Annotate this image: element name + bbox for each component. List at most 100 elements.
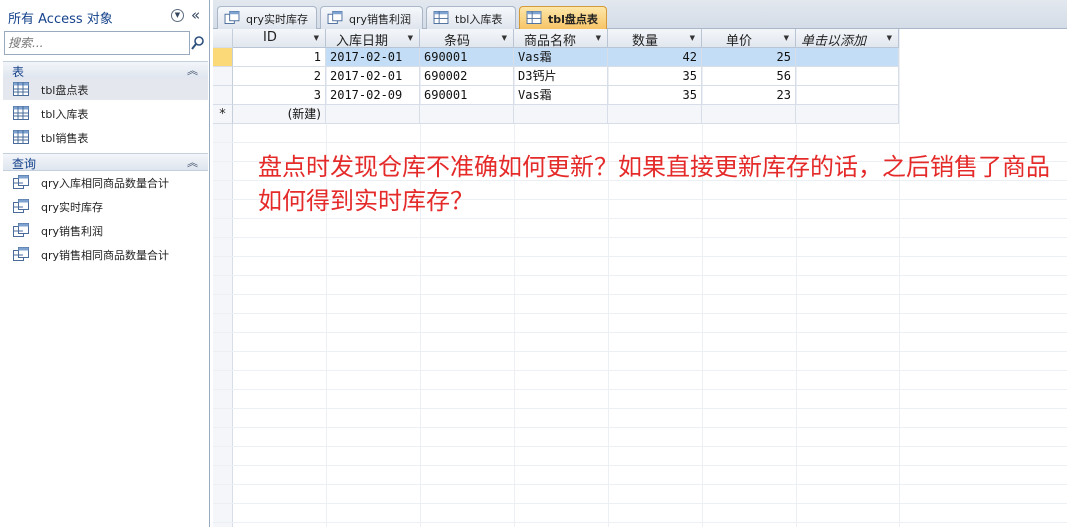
table-cell-qty[interactable]: 35: [608, 67, 702, 86]
table-icon: [526, 11, 542, 24]
table-cell-date[interactable]: 2017-02-09: [326, 86, 420, 105]
table-cell-empty[interactable]: [796, 48, 899, 67]
table-cell-name[interactable]: Vas霜: [514, 86, 608, 105]
column-header-label: 入库日期: [336, 34, 389, 49]
shutter-bar-collapse-icon[interactable]: «: [191, 6, 200, 24]
column-header-id[interactable]: ID ▼: [233, 29, 326, 48]
column-header-inbound-date[interactable]: 入库日期 ▼: [326, 29, 420, 49]
nav-pane-header[interactable]: 所有 Access 对象 ▼ «: [0, 4, 210, 28]
column-header-label: ID: [263, 30, 277, 45]
tab-label: qry销售利润: [349, 13, 412, 26]
tab-tbl-inbound[interactable]: tbl入库表: [426, 6, 516, 29]
nav-item-qry-sales-profit[interactable]: qry销售利润: [3, 219, 208, 241]
nav-item-qry-realtime-stock[interactable]: qry实时库存: [3, 195, 208, 217]
select-all-corner[interactable]: [213, 29, 233, 48]
nav-item-label: tbl盘点表: [41, 84, 89, 97]
column-header-click-to-add[interactable]: 单击以添加 ▼: [796, 29, 899, 49]
new-record-cell[interactable]: (新建): [233, 105, 326, 124]
group-header-tables[interactable]: 表 ︽: [3, 61, 208, 79]
table-cell-empty[interactable]: [608, 105, 702, 124]
navigation-pane: 所有 Access 对象 ▼ « 表 ︽ tbl盘点表 tbl入库表: [0, 0, 210, 527]
table-cell-date[interactable]: 2017-02-01: [326, 67, 420, 86]
query-icon: [13, 175, 29, 189]
table-cell-empty[interactable]: [702, 105, 796, 124]
table-icon: [13, 106, 29, 120]
tab-tbl-inventory-check[interactable]: tbl盘点表: [519, 6, 607, 29]
column-header-label: 数量: [632, 34, 659, 49]
sort-filter-arrow-icon[interactable]: ▼: [887, 34, 892, 42]
table-cell-price[interactable]: 23: [702, 86, 796, 105]
record-selector[interactable]: [213, 67, 233, 86]
nav-item-qry-sales-sum[interactable]: qry销售相同商品数量合计: [3, 243, 208, 265]
collapse-group-icon[interactable]: ︽: [187, 62, 198, 78]
table-cell-empty[interactable]: [420, 105, 514, 124]
table-cell-empty[interactable]: [796, 67, 899, 86]
group-header-queries[interactable]: 查询 ︽: [3, 153, 208, 171]
column-header-label: 商品名称: [524, 34, 577, 49]
annotation-text: 盘点时发现仓库不准确如何更新？如果直接更新库存的话，之后销售了商品如何得到实时库…: [258, 153, 1050, 215]
table-cell-empty[interactable]: [326, 105, 420, 124]
table-icon: [13, 130, 29, 144]
table-cell-id[interactable]: 1: [233, 48, 326, 67]
sort-filter-arrow-icon[interactable]: ▼: [690, 34, 695, 42]
sort-filter-arrow-icon[interactable]: ▼: [784, 34, 789, 42]
nav-item-qry-inbound-sum[interactable]: qry入库相同商品数量合计: [3, 171, 208, 193]
table-cell-date[interactable]: 2017-02-01: [326, 48, 420, 67]
nav-item-tbl-sales[interactable]: tbl销售表: [3, 126, 208, 148]
nav-search-input[interactable]: [4, 31, 190, 55]
table-cell-price[interactable]: 25: [702, 48, 796, 67]
column-header-unit-price[interactable]: 单价 ▼: [702, 29, 796, 49]
group-label-queries: 查询: [12, 157, 37, 171]
search-icon[interactable]: [190, 35, 206, 51]
record-selector[interactable]: [213, 86, 233, 105]
sort-filter-arrow-icon[interactable]: ▼: [502, 34, 507, 42]
table-cell-empty[interactable]: [796, 86, 899, 105]
nav-item-label: qry入库相同商品数量合计: [41, 177, 170, 190]
table-cell-barcode[interactable]: 690001: [420, 48, 514, 67]
nav-item-label: tbl入库表: [41, 108, 89, 121]
nav-item-label: qry销售利润: [41, 225, 104, 238]
collapse-group-icon[interactable]: ︽: [187, 154, 198, 170]
datasheet[interactable]: ID ▼ 入库日期 ▼ 条码 ▼ 商品名称 ▼ 数量 ▼ 单价 ▼ 单击以添加 …: [213, 29, 1067, 527]
tab-label: qry实时库存: [246, 13, 309, 26]
column-header-label: 条码: [444, 34, 471, 49]
table-icon: [13, 82, 29, 96]
table-cell-id[interactable]: 3: [233, 86, 326, 105]
table-cell-qty[interactable]: 42: [608, 48, 702, 67]
nav-pane-title[interactable]: 所有 Access 对象: [8, 8, 113, 27]
tab-label: tbl盘点表: [548, 13, 598, 26]
table-icon: [433, 11, 449, 24]
table-cell-barcode[interactable]: 690001: [420, 86, 514, 105]
table-cell-id[interactable]: 2: [233, 67, 326, 86]
nav-item-tbl-inbound[interactable]: tbl入库表: [3, 102, 208, 124]
table-cell-name[interactable]: D3钙片: [514, 67, 608, 86]
nav-item-label: tbl销售表: [41, 132, 89, 145]
nav-item-label: qry实时库存: [41, 201, 104, 214]
column-header-label: 单击以添加: [801, 34, 867, 49]
column-header-quantity[interactable]: 数量 ▼: [608, 29, 702, 49]
nav-item-label: qry销售相同商品数量合计: [41, 249, 170, 262]
column-header-product-name[interactable]: 商品名称 ▼: [514, 29, 608, 49]
tab-qry-sales-profit[interactable]: qry销售利润: [320, 6, 423, 29]
table-cell-empty[interactable]: [796, 105, 899, 124]
new-record-marker[interactable]: *: [213, 105, 233, 124]
table-cell-empty[interactable]: [514, 105, 608, 124]
record-selector[interactable]: [213, 48, 233, 67]
nav-dropdown-icon[interactable]: ▼: [171, 9, 184, 22]
sort-filter-arrow-icon[interactable]: ▼: [408, 34, 413, 42]
sort-filter-arrow-icon[interactable]: ▼: [314, 34, 319, 42]
query-icon: [13, 247, 29, 261]
table-cell-barcode[interactable]: 690002: [420, 67, 514, 86]
document-tab-bar: qry实时库存 qry销售利润 tbl入库表 tbl盘点表: [213, 0, 1067, 29]
sort-filter-arrow-icon[interactable]: ▼: [596, 34, 601, 42]
query-icon: [327, 11, 343, 24]
tab-qry-realtime-stock[interactable]: qry实时库存: [217, 6, 317, 29]
nav-item-tbl-inventory-check[interactable]: tbl盘点表: [3, 78, 208, 100]
column-header-label: 单价: [726, 34, 753, 49]
table-cell-qty[interactable]: 35: [608, 86, 702, 105]
tab-label: tbl入库表: [455, 13, 503, 26]
query-icon: [13, 223, 29, 237]
table-cell-name[interactable]: Vas霜: [514, 48, 608, 67]
table-cell-price[interactable]: 56: [702, 67, 796, 86]
column-header-barcode[interactable]: 条码 ▼: [420, 29, 514, 49]
